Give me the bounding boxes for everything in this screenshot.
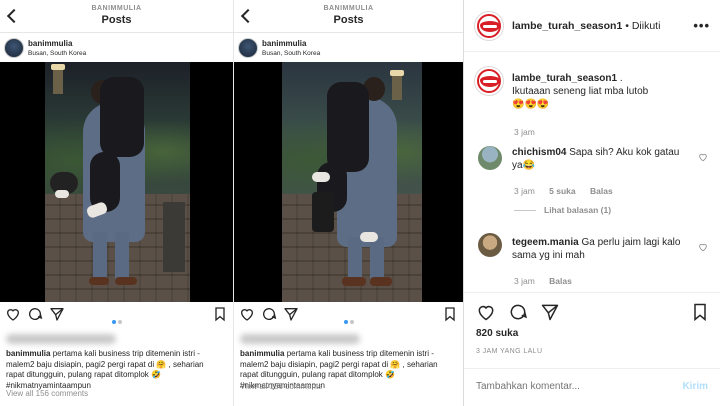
post-username[interactable]: banimmulia — [262, 39, 306, 48]
account-header-name: lambe_turah_season1 • Diikuti — [512, 20, 660, 32]
like-comment-icon[interactable] — [698, 152, 708, 162]
caption-username[interactable]: lambe_turah_season1 — [512, 73, 617, 84]
carousel-dots — [0, 311, 233, 329]
caption-line: malem2 baju disiapin, pagi2 pergi rapat … — [6, 359, 204, 369]
blurred-likes — [240, 334, 360, 344]
post-header: banimmulia Busan, South Korea — [234, 33, 463, 63]
more-options-icon[interactable]: ••• — [693, 18, 710, 33]
comment-username[interactable]: chichism04 — [512, 147, 566, 158]
header-title: Posts — [333, 14, 364, 26]
caption-username[interactable]: banimmulia — [240, 349, 284, 358]
post-username[interactable]: banimmulia — [28, 39, 72, 48]
like-comment-icon[interactable] — [698, 242, 708, 252]
caption-text: . — [619, 73, 623, 84]
commenter-avatar[interactable] — [478, 233, 502, 257]
action-bar — [464, 292, 720, 352]
add-comment-input[interactable] — [476, 381, 656, 392]
header-username: BANIMMULIA — [323, 5, 374, 12]
view-all-comments[interactable]: View all 156 comments — [6, 389, 88, 398]
photo-scene — [45, 62, 190, 302]
caption-line: malem2 baju disiapin, pagi2 pergi rapat … — [240, 359, 438, 369]
photo-scene — [282, 62, 422, 302]
caption-emoji: 😍😍😍 — [512, 99, 550, 110]
add-comment-bar: Kirim — [464, 368, 720, 406]
post-photo[interactable] — [0, 62, 233, 302]
commenter-avatar[interactable] — [478, 146, 502, 170]
heart-icon[interactable] — [476, 302, 496, 322]
caption-line: pertama kali business trip ditemenin ist… — [52, 349, 200, 358]
header-username: BANIMMULIA — [91, 5, 142, 12]
send-button[interactable]: Kirim — [682, 381, 708, 392]
header-title: Posts — [101, 14, 132, 26]
comment-likes[interactable]: 5 suka — [549, 186, 575, 196]
caption-block: lambe_turah_season1 . Ikutaaan seneng li… — [512, 72, 712, 111]
reply-button[interactable]: Balas — [549, 276, 572, 286]
mobile-header: BANIMMULIA Posts — [0, 0, 233, 33]
comment: chichism04 Sapa sih? Aku kok gatau ya😂 — [512, 146, 690, 172]
comment-time: 3 jam — [514, 276, 535, 286]
likes-count[interactable]: 820 suka — [476, 328, 518, 339]
caption-avatar[interactable] — [474, 66, 504, 96]
comment-icon[interactable] — [508, 302, 528, 322]
bookmark-icon[interactable] — [690, 302, 710, 322]
post-timestamp: 3 JAM YANG LALU — [476, 348, 543, 355]
mobile-header: BANIMMULIA Posts — [234, 0, 463, 33]
caption-username[interactable]: banimmulia — [6, 349, 50, 358]
view-all-comments[interactable]: View all 156 comments — [240, 382, 322, 391]
caption-text: Ikutaaan seneng liat mba lutob — [512, 86, 649, 97]
follow-status[interactable]: • Diikuti — [625, 20, 660, 32]
comments-panel: lambe_turah_season1 • Diikuti ••• lambe_… — [463, 0, 720, 406]
comment: tegeem.mania Ga perlu jaim lagi kalo sam… — [512, 236, 690, 262]
post-header: banimmulia Busan, South Korea — [0, 33, 233, 63]
account-username[interactable]: lambe_turah_season1 — [512, 20, 622, 32]
post-account-header: lambe_turah_season1 • Diikuti ••• — [464, 0, 720, 52]
blurred-likes — [6, 334, 116, 344]
comment-time: 3 jam — [514, 186, 535, 196]
view-replies-button[interactable]: Lihat balasan (1) — [514, 205, 611, 215]
comment-meta: 3 jam 5 suka Balas — [514, 186, 613, 196]
avatar[interactable] — [4, 38, 24, 58]
post-location[interactable]: Busan, South Korea — [28, 50, 86, 57]
middle-post-panel: BANIMMULIA Posts banimmulia Busan, South… — [233, 0, 463, 406]
account-avatar[interactable] — [474, 11, 504, 41]
comment-meta: 3 jam Balas — [514, 276, 572, 286]
avatar[interactable] — [238, 38, 258, 58]
carousel-dots — [234, 311, 463, 329]
post-caption: banimmulia pertama kali business trip di… — [6, 349, 231, 391]
caption-line: rapat ditungguin, pulang rapat ditomplok… — [240, 370, 395, 379]
caption-line: pertama kali business trip ditemenin ist… — [286, 349, 434, 358]
share-icon[interactable] — [540, 302, 560, 322]
post-location[interactable]: Busan, South Korea — [262, 50, 320, 57]
left-post-panel: BANIMMULIA Posts banimmulia Busan, South… — [0, 0, 233, 406]
caption-time: 3 jam — [514, 127, 535, 137]
caption-line: rapat ditungguin, pulang rapat ditomplok… — [6, 370, 161, 379]
reply-button[interactable]: Balas — [590, 186, 613, 196]
post-photo[interactable] — [234, 62, 463, 302]
comment-username[interactable]: tegeem.mania — [512, 237, 579, 248]
